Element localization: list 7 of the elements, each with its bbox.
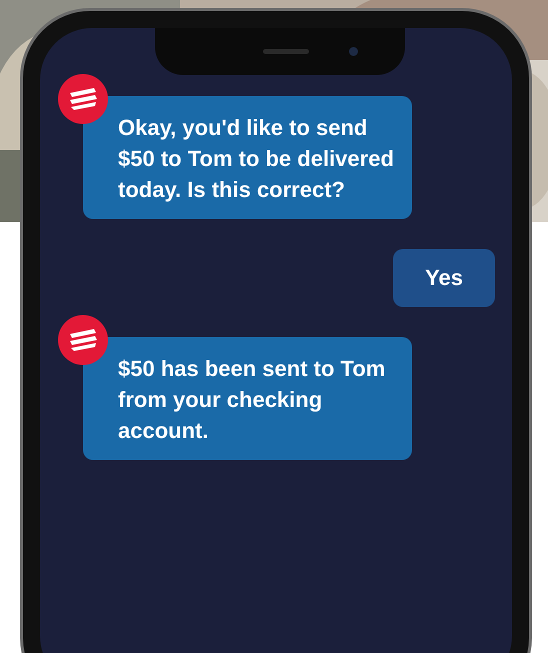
avatar-icon — [58, 315, 108, 365]
bot-message: Okay, you'd like to send $50 to Tom to be delivered today. Is this correct? — [83, 96, 412, 219]
avatar-icon — [58, 74, 108, 124]
user-message: Yes — [393, 249, 495, 307]
bot-message: $50 has been sent to Tom from your checking account. — [83, 337, 412, 460]
speaker-grille-icon — [262, 49, 308, 54]
camera-icon — [348, 47, 358, 56]
